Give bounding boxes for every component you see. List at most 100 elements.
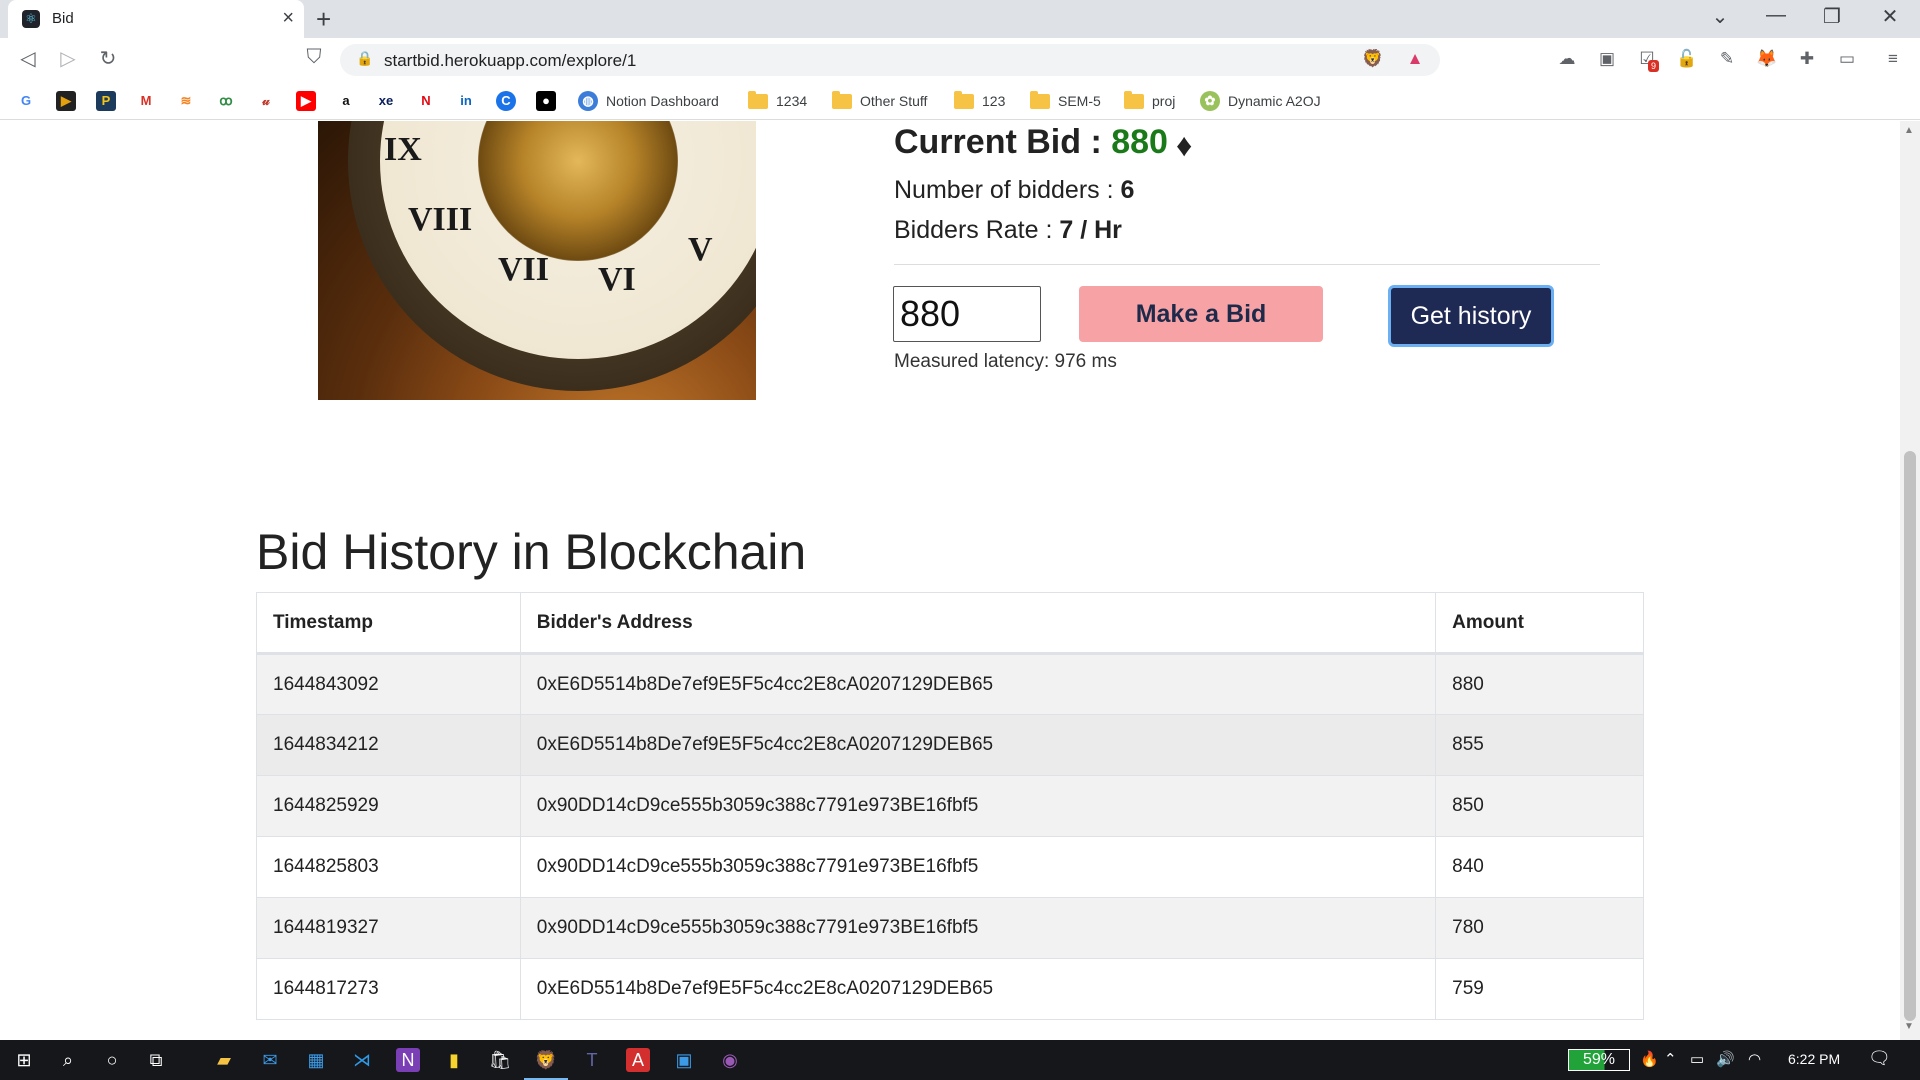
page-scrollbar[interactable]: ▲ ▼ (1900, 121, 1920, 1040)
window-close-icon[interactable]: ✕ (1870, 4, 1910, 29)
bookmark-google[interactable]: G (16, 90, 36, 112)
store-icon[interactable]: 🛍 (488, 1048, 512, 1072)
watch-numeral: VI (598, 261, 636, 298)
acrobat-icon[interactable]: A (626, 1048, 650, 1072)
bookmark-label: Other Stuff (860, 93, 928, 109)
bookmark-plex[interactable]: ▶ (56, 90, 76, 112)
browser-tab[interactable]: ⚛ Bid × (8, 0, 304, 38)
close-tab-icon[interactable]: × (282, 7, 294, 30)
bookmark-linkedin[interactable]: in (456, 90, 476, 112)
google-icon: G (16, 91, 36, 111)
mail-icon[interactable]: ✉ (258, 1048, 282, 1072)
bookmark-hackerrank[interactable]: ≋ (176, 90, 196, 112)
file-explorer-icon[interactable]: ▰ (212, 1048, 236, 1072)
task-view-icon[interactable]: ⧉ (144, 1048, 168, 1072)
bookmark-medium[interactable]: ● (536, 90, 556, 112)
bookmark-netflix[interactable]: N (416, 90, 436, 112)
bookmark-p[interactable]: P (96, 90, 116, 112)
restore-icon[interactable]: ❐ (1812, 4, 1852, 29)
flame-icon[interactable]: 🔥 (1640, 1050, 1659, 1068)
calendar-icon[interactable]: ▦ (304, 1048, 328, 1072)
history-title: Bid History in Blockchain (256, 524, 807, 580)
sticky-notes-icon[interactable]: ▮ (442, 1048, 466, 1072)
extension-window-icon[interactable]: ▣ (1594, 46, 1620, 72)
onenote-icon[interactable]: N (396, 1048, 420, 1072)
vscode-icon[interactable]: ⋊ (350, 1048, 374, 1072)
bookmark-folder-123[interactable]: 123 (954, 90, 1005, 112)
bookmark-gmail[interactable]: M (136, 90, 156, 112)
bookmark-gfg[interactable]: ꝏ (216, 90, 236, 112)
wallet-icon[interactable]: ▭ (1834, 46, 1860, 72)
scroll-down-icon[interactable]: ▼ (1904, 1021, 1914, 1032)
notification-icon[interactable]: 🗨 (1868, 1048, 1891, 1069)
bookmark-icon[interactable]: ⛉ (300, 46, 328, 69)
bookmark-c[interactable]: C (496, 90, 516, 112)
bid-amount-input[interactable] (893, 286, 1041, 342)
cell-address: 0xE6D5514b8De7ef9E5F5c4cc2E8cA0207129DEB… (519, 714, 1437, 776)
netflix-icon: N (416, 91, 436, 111)
column-header-amount: Amount (1435, 592, 1644, 655)
address-bar[interactable]: 🔒 startbid.herokuapp.com/explore/1 (340, 44, 1440, 76)
cortana-icon[interactable]: ○ (100, 1048, 124, 1072)
extension-tasks-icon[interactable]: ☑ 9 (1634, 46, 1660, 72)
metamask-icon[interactable]: 🦊 (1754, 46, 1780, 72)
bookmark-notion-dashboard[interactable]: ◍ Notion Dashboard (578, 90, 719, 112)
extension-lock-icon[interactable]: 🔓 (1674, 46, 1700, 72)
scroll-thumb[interactable] (1904, 451, 1916, 1021)
teams-icon[interactable]: T (580, 1048, 604, 1072)
watch-numeral: IX (384, 131, 422, 168)
bookmark-youtube[interactable]: ▶ (296, 90, 316, 112)
current-bid-value: 880 (1111, 123, 1168, 161)
back-icon[interactable]: ◁ (14, 46, 42, 71)
minimize-icon[interactable]: — (1756, 4, 1796, 27)
make-bid-button[interactable]: Make a Bid (1079, 286, 1323, 342)
bookmark-folder-proj[interactable]: proj (1124, 90, 1175, 112)
cell-timestamp: 1644825803 (256, 836, 521, 898)
table-row: 1644834212 0xE6D5514b8De7ef9E5F5c4cc2E8c… (256, 714, 1644, 776)
cell-timestamp: 1644819327 (256, 897, 521, 959)
get-history-button[interactable]: Get history (1388, 285, 1554, 347)
new-tab-icon[interactable]: + (316, 4, 331, 35)
tab-title: Bid (52, 10, 74, 27)
table-row: 1644819327 0x90DD14cD9ce555b3059c388c779… (256, 897, 1644, 959)
orange-wave-icon: ≋ (176, 91, 196, 111)
tray-expand-icon[interactable]: ⌃ (1664, 1050, 1677, 1068)
cell-amount: 840 (1435, 836, 1644, 898)
menu-icon[interactable]: ≡ (1880, 46, 1906, 72)
app-circle-icon[interactable]: ◉ (718, 1048, 742, 1072)
url-text[interactable]: startbid.herokuapp.com/explore/1 (384, 51, 636, 71)
bookmark-udemy[interactable]: 𝓊 (256, 90, 276, 112)
cell-amount: 850 (1435, 775, 1644, 837)
cell-address: 0xE6D5514b8De7ef9E5F5c4cc2E8cA0207129DEB… (519, 653, 1437, 715)
wifi-icon[interactable]: ◠ (1748, 1050, 1761, 1068)
brave-shield-icon[interactable]: 🦁 (1360, 46, 1386, 72)
scroll-up-icon[interactable]: ▲ (1904, 125, 1914, 136)
bookmark-folder-1234[interactable]: 1234 (748, 90, 807, 112)
tab-search-icon[interactable]: ⌄ (1700, 4, 1740, 29)
extension-cloud-icon[interactable]: ☁ (1554, 46, 1580, 72)
search-icon[interactable]: ⌕ (56, 1048, 80, 1072)
bookmark-folder-other-stuff[interactable]: Other Stuff (832, 90, 927, 112)
windows-start-icon[interactable]: ⊞ (12, 1048, 36, 1072)
bookmark-xe[interactable]: xe (376, 90, 396, 112)
bookmark-dynamic-a2oj[interactable]: ✿ Dynamic A2OJ (1200, 90, 1321, 112)
reload-icon[interactable]: ↻ (94, 46, 122, 71)
bookmark-label: proj (1152, 93, 1176, 109)
volume-icon[interactable]: 🔊 (1716, 1050, 1735, 1068)
lock-icon: 🔒 (356, 50, 374, 66)
extension-pen-icon[interactable]: ✎ (1714, 46, 1740, 72)
extensions-puzzle-icon[interactable]: ✚ (1794, 46, 1820, 72)
clock[interactable]: 6:22 PM (1788, 1051, 1840, 1067)
forward-icon[interactable]: ▷ (54, 46, 82, 71)
battery-indicator[interactable]: 59% (1568, 1049, 1630, 1071)
photos-icon[interactable]: ▣ (672, 1048, 696, 1072)
battery-icon[interactable]: ▭ (1690, 1050, 1704, 1068)
react-favicon-icon: ⚛ (22, 10, 40, 28)
cell-amount: 759 (1435, 958, 1644, 1020)
bookmark-folder-sem-5[interactable]: SEM-5 (1030, 90, 1101, 112)
bookmark-amazon[interactable]: a (336, 90, 356, 112)
brave-rewards-icon[interactable]: ▲ (1402, 46, 1428, 72)
brave-browser-icon[interactable]: 🦁 (524, 1048, 568, 1080)
current-bid-label: Current Bid : (894, 123, 1112, 161)
rate-label: Bidders Rate : (894, 216, 1060, 244)
